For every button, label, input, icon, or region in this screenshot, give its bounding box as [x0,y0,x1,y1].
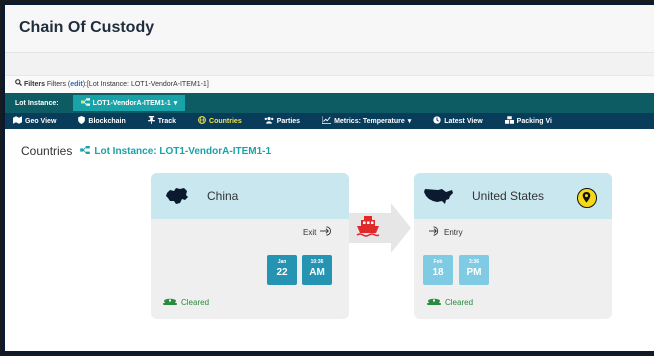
filters-prefix: Filters ( [46,81,71,88]
country-name: China [207,189,239,203]
nav-packing-view[interactable]: Packing Vi [504,116,552,126]
filters-bar: Filters Filters (edit):[Lot Instance: LO… [5,75,654,93]
time-tile: 10:36 AM [302,255,332,285]
date-tile: Feb 18 [423,255,453,285]
lot-instance-label: Lot Instance: [15,99,59,107]
page-title: Chain Of Custody [19,19,155,36]
direction-label: Exit [303,227,317,237]
ship-icon [356,215,380,242]
entry-icon [429,226,440,238]
filters-label: Filters [23,81,47,88]
status-label: Cleared [445,298,474,307]
caret-down-icon: ▾ [407,118,412,125]
time-large: AM [309,267,325,278]
date-month: Jan [277,259,287,265]
officer-cap-icon [427,297,441,308]
nav-label: Parties [276,117,301,125]
section-heading: Countries [21,144,73,158]
country-card-header: China [151,173,349,219]
nav-metrics-temperature[interactable]: Metrics: Temperature ▾ [321,116,412,126]
officer-cap-icon [163,297,177,308]
nav-blockchain[interactable]: Blockchain [78,116,126,126]
lot-instance-bar: Lot Instance: LOT1-VendorA-ITEM1-1 ▾ [5,93,654,113]
map-marker-icon [582,192,591,203]
pin-icon [147,116,155,126]
usa-map-icon [424,187,454,205]
entry-indicator: Entry [429,226,463,238]
users-icon [264,116,274,126]
filters-edit-link[interactable]: edit [70,81,82,88]
nav-countries[interactable]: Countries [198,116,242,126]
hierarchy-icon [80,145,91,157]
section-lot-label: Lot Instance: LOT1-VendorA-ITEM1-1 [94,145,272,157]
caret-down-icon: ▾ [173,100,178,107]
lot-instance-value: LOT1-VendorA-ITEM1-1 [92,99,171,107]
status-cleared: Cleared [163,297,209,308]
map-icon [13,116,22,126]
exit-icon [320,226,332,238]
status-label: Cleared [181,298,210,307]
nav-label: Packing Vi [516,117,552,125]
app-frame: Chain Of Custody Filters Filters (edit):… [2,2,654,354]
exit-indicator: Exit [303,226,332,238]
time-small: 3:36 [468,259,479,265]
china-map-icon [165,187,189,205]
location-pin-badge[interactable] [577,188,597,208]
date-month: Feb [433,259,443,265]
hierarchy-icon [80,98,90,108]
section-header: Countries Lot Instance: LOT1-VendorA-ITE… [21,144,271,158]
section-lot-instance: Lot Instance: LOT1-VendorA-ITEM1-1 [80,145,272,157]
nav-label: Geo View [25,117,57,125]
nav-track[interactable]: Track [147,116,177,126]
date-tile: Jan 22 [267,255,297,285]
country-name: United States [472,189,545,203]
title-bar: Chain Of Custody [5,5,654,53]
search-icon [15,79,24,88]
status-cleared: Cleared [427,297,473,308]
nav-parties[interactable]: Parties [264,116,300,126]
nav-label: Metrics: Temperature [334,117,405,125]
nav-label: Track [157,117,177,125]
nav-label: Latest View [444,117,483,125]
nav-geo-view[interactable]: Geo View [13,116,56,126]
line-chart-icon [321,116,332,126]
nav-latest-view[interactable]: Latest View [433,116,483,126]
date-day: 22 [276,267,288,278]
nav-label: Countries [209,117,242,125]
direction-label: Entry [444,227,463,237]
time-tile: 3:36 PM [459,255,489,285]
clock-icon [433,116,441,126]
time-large: PM [466,267,482,278]
boxes-icon [504,116,514,126]
time-small: 10:36 [310,259,324,265]
filters-value: ):[Lot Instance: LOT1-VendorA-ITEM1-1] [82,81,209,88]
shield-icon [78,116,86,126]
nav-bar: Geo View Blockchain Track Countries Part… [5,113,654,129]
spacer [5,53,654,75]
nav-label: Blockchain [88,117,126,125]
globe-icon [198,116,206,126]
date-day: 18 [432,267,444,278]
lot-instance-select[interactable]: LOT1-VendorA-ITEM1-1 ▾ [72,95,186,111]
